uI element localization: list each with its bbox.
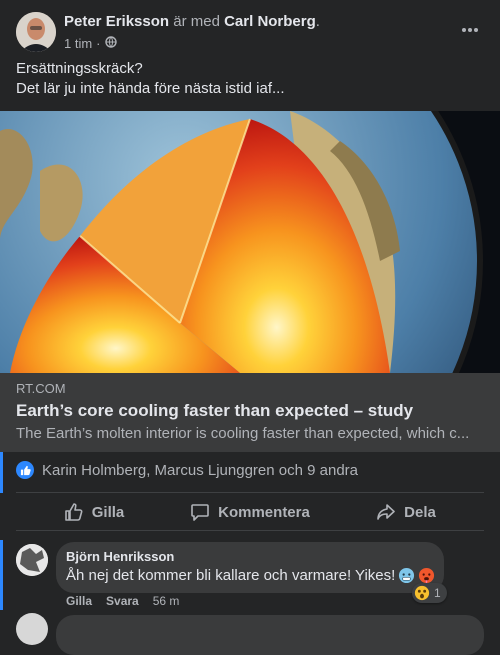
divider bbox=[16, 492, 484, 493]
post-text: Ersättningsskräck? Det lär ju inte hända… bbox=[16, 59, 284, 99]
comment-author[interactable]: Björn Henriksson bbox=[66, 549, 174, 564]
post-text-line-2: Det lär ju inte hända före nästa istid i… bbox=[16, 80, 285, 97]
author-avatar[interactable] bbox=[16, 12, 56, 52]
post-text-line-1: Ersättningsskräck? bbox=[16, 60, 143, 77]
comment-bubble: Björn Henriksson Åh nej det kommer bli k… bbox=[56, 542, 444, 593]
comment-actions: Gilla Svara 56 m bbox=[66, 594, 179, 608]
post-meta: 1 tim · bbox=[64, 36, 117, 51]
thumbs-up-icon bbox=[64, 503, 83, 521]
comment-button[interactable]: Kommentera bbox=[172, 495, 328, 529]
comment-text-line: Åh nej det kommer bli kallare och varmar… bbox=[66, 567, 435, 584]
comment-reaction-count[interactable]: 1 bbox=[412, 583, 447, 603]
comment-avatar[interactable] bbox=[16, 544, 48, 576]
comment-like-button[interactable]: Gilla bbox=[66, 594, 92, 608]
astonished-emoji bbox=[414, 585, 430, 601]
reactions-summary[interactable]: Karin Holmberg, Marcus Ljunggren och 9 a… bbox=[16, 459, 358, 481]
author-name[interactable]: Peter Eriksson bbox=[64, 13, 169, 30]
accent-bar bbox=[0, 452, 3, 493]
like-label: Gilla bbox=[91, 503, 125, 521]
reaction-count-value: 1 bbox=[434, 586, 441, 600]
post-time[interactable]: 1 tim bbox=[64, 36, 92, 51]
accent-bar bbox=[0, 540, 3, 610]
next-comment-bubble bbox=[56, 615, 484, 655]
link-description: The Earth’s molten interior is cooling f… bbox=[16, 425, 470, 442]
cold-face-emoji bbox=[398, 567, 415, 584]
globe-icon bbox=[104, 36, 117, 51]
next-comment-avatar[interactable] bbox=[16, 613, 48, 645]
comment-label: Kommentera bbox=[218, 503, 310, 521]
link-preview-meta[interactable]: RT.COM Earth’s core cooling faster than … bbox=[0, 373, 500, 452]
like-icon bbox=[16, 461, 34, 479]
with-text: är med bbox=[173, 13, 220, 30]
action-bar: Gilla Kommentera Dela bbox=[16, 495, 484, 529]
link-domain: RT.COM bbox=[16, 381, 66, 396]
like-button[interactable]: Gilla bbox=[16, 495, 172, 529]
comment-icon bbox=[191, 504, 209, 521]
divider bbox=[16, 530, 484, 531]
more-horizontal-icon bbox=[462, 28, 478, 32]
share-button[interactable]: Dela bbox=[328, 495, 484, 529]
tagged-suffix: . bbox=[315, 13, 320, 30]
link-title: Earth’s core cooling faster than expecte… bbox=[16, 401, 414, 420]
comment-time[interactable]: 56 m bbox=[153, 594, 180, 608]
share-label: Dela bbox=[404, 503, 436, 521]
reactions-text: Karin Holmberg, Marcus Ljunggren och 9 a… bbox=[42, 461, 359, 479]
tagged-name[interactable]: Carl Norberg bbox=[224, 13, 316, 30]
post-header: Peter Eriksson är med Carl Norberg. 1 ti… bbox=[16, 12, 484, 54]
meta-separator: · bbox=[96, 36, 101, 51]
link-preview-image[interactable] bbox=[0, 111, 500, 373]
author-line: Peter Eriksson är med Carl Norberg. bbox=[64, 13, 320, 30]
share-icon bbox=[377, 504, 395, 520]
comment-text: Åh nej det kommer bli kallare och varmar… bbox=[66, 567, 396, 584]
more-options-button[interactable] bbox=[456, 18, 484, 42]
comment-reply-button[interactable]: Svara bbox=[106, 594, 139, 608]
hot-face-emoji bbox=[418, 567, 435, 584]
